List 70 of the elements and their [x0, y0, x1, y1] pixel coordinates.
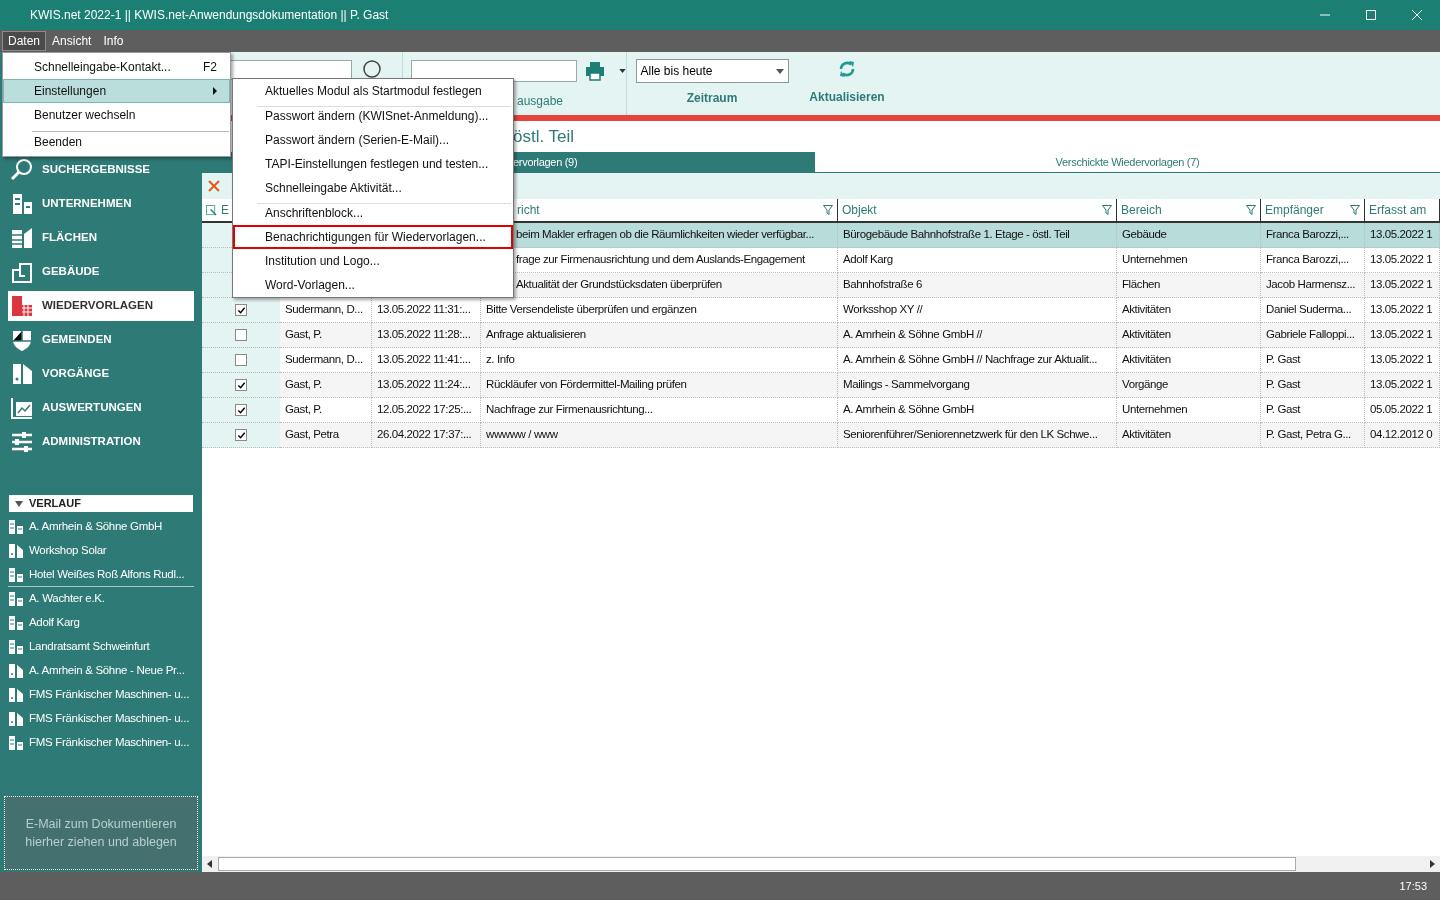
table-cell-text: 13.05.2022 1	[1370, 377, 1433, 393]
table-cell-text: Aktualität der Grundstücksdaten überprüfen	[516, 277, 722, 293]
table-cell-text: Worksshop XY //	[843, 302, 923, 318]
table-cell-text: frage zur Firmenausrichtung und dem Auslands-Engagement	[516, 252, 805, 268]
table-cell-text: Franca Barozzi,...	[1266, 252, 1349, 268]
page-title: östl. Teil	[513, 125, 575, 148]
table-cell-text: Unternehmen	[1122, 402, 1188, 418]
table-cell-text: Gebäude	[1122, 227, 1167, 243]
table-cell-text: A. Amrhein & Söhne GmbH	[843, 402, 974, 418]
table-cell-text: 13.05.2022 1	[1370, 302, 1433, 318]
table-cell-text: Franca Barozzi,...	[1266, 227, 1349, 243]
table-cell-text: Gast, P.	[285, 327, 322, 343]
history-title: VERLAUF	[29, 496, 81, 512]
table-cell-text: 13.05.2022 11:24:...	[377, 377, 471, 393]
table-cell-text: P. Gast	[1266, 352, 1301, 368]
table-cell-text: A. Amrhein & Söhne GmbH // Nachfrage zur Aktualit...	[843, 352, 1098, 368]
table-cell-text: Aktivitäten	[1122, 302, 1171, 318]
table-cell-text: Aktivitäten	[1122, 352, 1171, 368]
column-title: Empfänger	[1265, 202, 1324, 219]
table-cell-text: Jacob Harmensz...	[1266, 277, 1356, 293]
table-cell-text: Aktivitäten	[1122, 427, 1171, 443]
table-cell-text: Anfrage aktualisieren	[486, 327, 586, 343]
table-cell-text: 13.05.2022 1	[1370, 352, 1433, 368]
table-cell-text: Flächen	[1122, 277, 1161, 293]
table-cell-text: Sudermann, D...	[285, 352, 363, 368]
output-label: ausgabe	[517, 93, 565, 110]
table-cell-text: beim Makler erfragen ob die Räumlichkeiten wieder verfügbar...	[516, 227, 814, 243]
table-cell-text: A. Amrhein & Söhne GmbH //	[843, 327, 983, 343]
table-cell-text: Bitte Versendeliste überprüfen und ergänzen	[486, 302, 697, 318]
table-cell-text: Aktivitäten	[1122, 327, 1171, 343]
table-cell-text: Vorgänge	[1122, 377, 1169, 393]
table-cell-text: 13.05.2022 1	[1370, 252, 1433, 268]
table-cell-text: P. Gast	[1266, 402, 1301, 418]
table-cell-text: 13.05.2022 11:31:...	[377, 302, 471, 318]
table-cell-text: 04.12.2012 0	[1370, 427, 1433, 443]
table-cell-text: Sudermann, D...	[285, 302, 363, 318]
table-cell-text: 13.05.2022 11:28:...	[377, 327, 471, 343]
table-cell-text: wwwww / www	[486, 427, 558, 443]
table-cell-text: 26.04.2022 17:37:...	[377, 427, 472, 443]
table-cell-text: Adolf Karg	[843, 252, 893, 268]
table-cell-text: Seniorenführer/Seniorennetzwerk für den LK Schwe...	[843, 427, 1098, 443]
table-cell-text: Gast, P.	[285, 377, 322, 393]
drop-zone-text: E-Mail zum Dokumentieren hierher ziehen und ablegen	[24, 816, 178, 851]
window-title: KWIS.net 2022-1 || KWIS.net-Anwendungsdokumentation || P. Gast	[30, 7, 389, 24]
table-cell-text: 13.05.2022 1	[1370, 227, 1433, 243]
table-cell-text: 12.05.2022 17:25:...	[377, 402, 472, 418]
column-title: Erfasst am	[1369, 202, 1427, 219]
table-cell-text: Gast, Petra	[285, 427, 339, 443]
table-cell-text: Gabriele Falloppi...	[1266, 327, 1355, 343]
table-cell-text: Unternehmen	[1122, 252, 1188, 268]
table-cell-text: 13.05.2022 1	[1370, 277, 1433, 293]
column-title: richt	[517, 202, 540, 219]
table-cell-text: Rückläufer von Fördermittel-Mailing prüfen	[486, 377, 687, 393]
table-cell-text: Nachfrage zur Firmenausrichtung...	[486, 402, 653, 418]
period-label: Zeitraum	[686, 90, 738, 107]
table-cell-text: 05.05.2022 1	[1370, 402, 1433, 418]
column-title: E	[221, 202, 229, 219]
table-cell-text: Gast, P.	[285, 402, 322, 418]
table-cell-text: 13.05.2022 11:41:...	[377, 352, 471, 368]
table-cell-text: Mailings - Sammelvorgang	[843, 377, 970, 393]
table-cell-text: Bahnhofstraße 6	[843, 277, 923, 293]
table-cell-text: P. Gast	[1266, 377, 1301, 393]
table-cell-text: Daniel Suderma...	[1266, 302, 1352, 318]
clock: 17:53	[1399, 878, 1427, 894]
table-cell-text: z. Info	[486, 352, 515, 368]
column-title: Bereich	[1121, 202, 1162, 219]
table-cell-text: Bürogebäude Bahnhofstraße 1. Etage - östl. Teil	[843, 227, 1070, 243]
column-title: Objekt	[842, 202, 877, 219]
table-cell-text: P. Gast, Petra G...	[1266, 427, 1351, 443]
table-cell-text: 13.05.2022 1	[1370, 327, 1433, 343]
